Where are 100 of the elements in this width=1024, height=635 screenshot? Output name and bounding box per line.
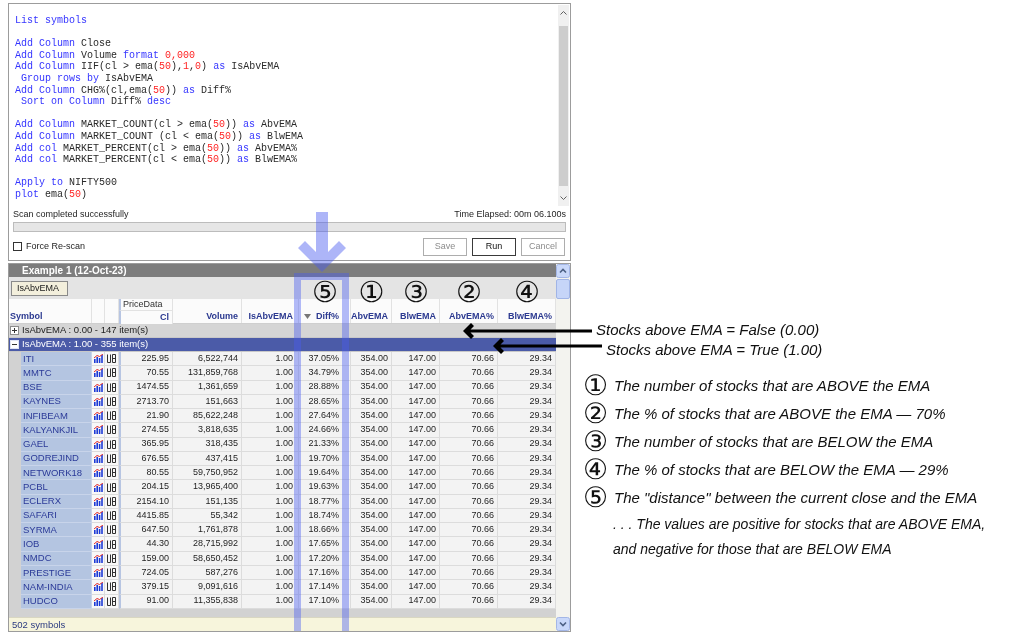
expand-icon[interactable] — [10, 326, 19, 335]
table-cell: 147.00 — [392, 466, 440, 481]
table-cell: 204.15 — [119, 480, 173, 495]
checkbox-label: Force Re-scan — [26, 239, 86, 253]
symbol-cell: MMTC — [21, 366, 92, 381]
legend-marker: ③ — [583, 428, 609, 456]
chevron-down-icon[interactable] — [560, 196, 567, 200]
bar-chart-icon[interactable] — [93, 496, 103, 506]
table-cell: 1.00 — [242, 366, 299, 381]
scroll-up-icon[interactable] — [556, 264, 570, 278]
group-label: IsAbvEMA : 1.00 - 355 item(s) — [22, 337, 149, 352]
table-cell: 70.66 — [440, 537, 498, 552]
code-line: Apply to NIFTY500 — [15, 177, 118, 189]
code-line: Sort on Column Diff% desc — [20, 96, 172, 108]
bar-chart-icon[interactable] — [93, 425, 103, 435]
table-cell: 354.00 — [351, 537, 392, 552]
script-icon[interactable] — [106, 511, 117, 521]
table-cell: 354.00 — [351, 352, 392, 367]
bar-chart-icon[interactable] — [93, 482, 103, 492]
table-cell: 85,622,248 — [173, 409, 242, 424]
table-cell: 354.00 — [351, 466, 392, 481]
bar-chart-icon[interactable] — [93, 368, 103, 378]
script-icon[interactable] — [106, 454, 117, 463]
table-cell: 354.00 — [351, 423, 392, 438]
column-header[interactable]: Symbol — [9, 299, 92, 323]
table-cell: 9,091,616 — [173, 580, 242, 595]
bar-chart-icon[interactable] — [93, 454, 103, 463]
table-cell: 70.66 — [440, 523, 498, 538]
table-cell: 29.34 — [498, 466, 556, 481]
checkbox[interactable] — [13, 242, 22, 251]
scrollbar[interactable] — [558, 5, 569, 206]
group-label: IsAbvEMA : 0.00 - 147 item(s) — [22, 324, 149, 338]
script-icon[interactable] — [106, 496, 117, 506]
table-cell: 647.50 — [119, 523, 173, 538]
bar-chart-icon[interactable] — [93, 553, 103, 563]
script-icon[interactable] — [106, 396, 117, 406]
callout-text: Stocks above EMA = True (1.00) — [606, 341, 823, 358]
script-icon[interactable] — [106, 439, 117, 449]
symbol-cell: NAM-INDIA — [21, 580, 92, 595]
bar-chart-icon[interactable] — [93, 582, 103, 592]
collapse-icon[interactable] — [10, 340, 19, 349]
table-cell: 147.00 — [392, 537, 440, 552]
scroll-down-icon[interactable] — [556, 617, 570, 631]
table-cell: 29.34 — [498, 580, 556, 595]
script-icon[interactable] — [106, 568, 117, 578]
script-icon[interactable] — [106, 354, 117, 364]
bar-chart-icon[interactable] — [93, 511, 103, 521]
bar-chart-icon[interactable] — [93, 354, 103, 364]
group-by-button[interactable]: IsAbvEMA — [11, 280, 68, 296]
legend-text: The number of stocks that are ABOVE the EMA — [614, 375, 931, 396]
legend-text: The % of stocks that are BELOW the EMA — 29% — [614, 459, 949, 480]
bar-chart-icon[interactable] — [93, 525, 103, 535]
symbol-count: 502 symbols — [9, 617, 556, 631]
bar-chart-icon[interactable] — [93, 539, 103, 549]
column-header[interactable]: IsAbvEMA — [242, 299, 299, 323]
script-icon[interactable] — [106, 539, 117, 549]
script-icon[interactable] — [106, 582, 117, 592]
status-message: Scan completed successfully — [13, 208, 129, 222]
code-line: Add Column Volume format 0,000 — [15, 49, 196, 61]
group-row[interactable]: IsAbvEMA : 1.00 - 355 item(s) — [9, 338, 556, 352]
scrollbar[interactable] — [556, 264, 570, 631]
table-cell: 80.55 — [119, 466, 173, 481]
column-header[interactable]: Cl — [119, 311, 173, 324]
legend-text: The "distance" between the current close and the EMA — [614, 487, 978, 508]
script-icon[interactable] — [106, 425, 117, 435]
scrollbar-thumb[interactable] — [559, 26, 568, 186]
table-cell: 21.90 — [119, 409, 173, 424]
script-icon[interactable] — [106, 382, 117, 392]
bar-chart-icon[interactable] — [93, 411, 103, 421]
bar-chart-icon[interactable] — [93, 382, 103, 392]
script-icon[interactable] — [106, 553, 117, 563]
symbol-cell: NETWORK18 — [21, 466, 92, 481]
table-cell: 70.66 — [440, 366, 498, 381]
script-icon[interactable] — [106, 411, 117, 421]
group-row[interactable]: IsAbvEMA : 0.00 - 147 item(s) — [9, 324, 556, 338]
table-cell: 225.95 — [119, 352, 173, 367]
bar-chart-icon[interactable] — [93, 596, 103, 606]
code-line: Add Column CHG%(cl,ema(50)) as Diff% — [15, 84, 232, 96]
action-button[interactable]: Run — [472, 237, 516, 256]
bar-chart-icon[interactable] — [93, 439, 103, 449]
bar-chart-icon[interactable] — [93, 468, 103, 478]
script-icon[interactable] — [106, 596, 117, 606]
table-cell: 59,750,952 — [173, 466, 242, 481]
symbol-cell: SYRMA — [21, 523, 92, 538]
table-cell: 24.66% — [299, 423, 351, 438]
table-cell: 379.15 — [119, 580, 173, 595]
table-cell: 70.66 — [440, 423, 498, 438]
script-icon[interactable] — [106, 368, 117, 378]
chevron-up-icon[interactable] — [560, 11, 567, 15]
table-cell: 1.00 — [242, 580, 299, 595]
table-cell: 1.00 — [242, 423, 299, 438]
code-line: Add Column Close — [15, 38, 112, 50]
bar-chart-icon[interactable] — [93, 396, 103, 406]
script-icon[interactable] — [106, 482, 117, 492]
column-header[interactable]: Volume — [173, 299, 242, 323]
scrollbar-thumb[interactable] — [556, 279, 570, 299]
script-icon[interactable] — [106, 525, 117, 535]
symbol-cell: IOB — [21, 537, 92, 552]
script-icon[interactable] — [106, 468, 117, 478]
bar-chart-icon[interactable] — [93, 568, 103, 578]
